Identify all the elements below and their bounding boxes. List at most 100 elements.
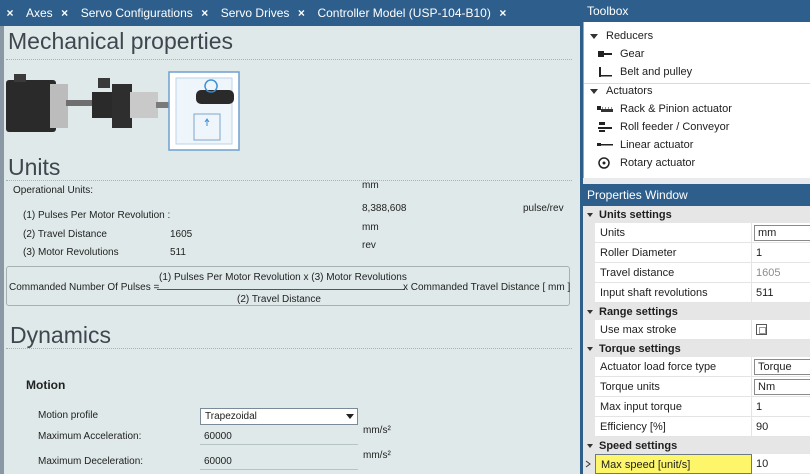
motion-profile-dropdown[interactable]: Trapezoidal [200, 408, 358, 425]
units-dropdown[interactable]: mm [752, 223, 810, 243]
mechanical-properties-document: Mechanical properties Units Operational … [0, 26, 580, 474]
load-force-type-dropdown[interactable]: Torque [752, 357, 810, 377]
operational-units-label: Operational Units: [13, 185, 94, 196]
toolbox-item-roll-feeder[interactable]: Roll feeder / Conveyor [584, 118, 810, 136]
property-value[interactable]: 90 [752, 417, 810, 437]
close-icon[interactable]: × [2, 6, 18, 20]
tab-axes[interactable]: Axes × [22, 0, 77, 26]
tab-servo-drives[interactable]: Servo Drives × [217, 0, 314, 26]
toolbox-item-gear[interactable]: Gear [584, 45, 810, 63]
tab-label[interactable]: Servo Drives [221, 6, 290, 20]
property-name: Input shaft revolutions [595, 283, 752, 303]
toolbox-item-belt-pulley[interactable]: Belt and pulley [584, 63, 810, 81]
property-value[interactable]: 1 [752, 397, 810, 417]
collapse-caret-icon[interactable] [587, 346, 593, 351]
tab-servo-configurations[interactable]: Servo Configurations × [77, 0, 217, 26]
collapse-caret-icon[interactable] [590, 88, 598, 94]
collapse-caret-icon[interactable] [587, 443, 593, 448]
travel-distance-unit: mm [362, 222, 379, 233]
property-row-efficiency[interactable]: Efficiency [%] 90 [583, 417, 810, 437]
motion-section-title: Motion [26, 378, 66, 392]
formula-denominator: (2) Travel Distance [237, 294, 321, 304]
toolbox-group-reducers[interactable]: Reducers [584, 27, 810, 45]
property-row-max-speed[interactable]: Max speed [unit/s] 10 [583, 454, 810, 474]
motion-profile-value[interactable]: Trapezoidal [205, 411, 257, 422]
linear-actuator-icon [596, 139, 614, 151]
property-value[interactable]: 1 [752, 243, 810, 263]
mechanical-properties-title: Mechanical properties [8, 28, 234, 54]
item-label: Rack & Pinion actuator [620, 103, 732, 115]
property-row-max-input-torque[interactable]: Max input torque 1 [583, 397, 810, 417]
belt-pulley-icon [596, 66, 614, 78]
category-label: Torque settings [599, 342, 681, 355]
item-label: Roll feeder / Conveyor [620, 121, 730, 133]
tab-label[interactable]: Controller Model (USP-104-B10) [317, 6, 490, 20]
toolbox-item-linear-actuator[interactable]: Linear actuator [584, 136, 810, 154]
max-acceleration-input[interactable]: 60000 [200, 427, 358, 445]
property-row-input-shaft-revolutions[interactable]: Input shaft revolutions 511 [583, 283, 810, 303]
property-name: Actuator load force type [595, 357, 752, 377]
property-name: Efficiency [%] [595, 417, 752, 437]
close-icon[interactable]: × [197, 6, 213, 20]
property-value[interactable]: mm [754, 225, 810, 241]
item-label: Rotary actuator [620, 157, 696, 169]
toolbox-item-rotary-actuator[interactable]: Rotary actuator [584, 154, 810, 172]
formula-numerator: (1) Pulses Per Motor Revolution x (3) Mo… [159, 272, 407, 283]
max-deceleration-label: Maximum Deceleration: [38, 456, 144, 467]
travel-distance-value[interactable]: 1605 [170, 229, 192, 240]
item-label: Belt and pulley [620, 66, 693, 78]
category-label: Range settings [599, 305, 678, 318]
close-icon[interactable]: × [57, 6, 73, 20]
rack-pinion-icon [596, 103, 614, 115]
property-row-use-max-stroke[interactable]: Use max stroke [583, 320, 810, 340]
property-row-load-force-type[interactable]: Actuator load force type Torque [583, 357, 810, 377]
property-row-roller-diameter[interactable]: Roller Diameter 1 [583, 243, 810, 263]
collapse-caret-icon[interactable] [587, 212, 593, 217]
pulses-per-rev-label: (1) Pulses Per Motor Revolution : [23, 210, 171, 221]
torque-units-dropdown[interactable]: Nm [752, 377, 810, 397]
divider [6, 348, 572, 349]
units-title: Units [8, 154, 61, 180]
close-icon[interactable]: × [495, 6, 511, 20]
property-row-torque-units[interactable]: Torque units Nm [583, 377, 810, 397]
property-value[interactable]: Torque [754, 359, 810, 375]
category-units-settings[interactable]: Units settings [583, 206, 810, 223]
use-max-stroke-checkbox[interactable] [756, 324, 767, 335]
pulses-per-rev-unit: pulse/rev [523, 203, 564, 214]
property-row-units[interactable]: Units mm [583, 223, 810, 243]
collapse-caret-icon[interactable] [587, 309, 593, 314]
property-name: Max speed [unit/s] [595, 454, 752, 474]
document-tab-bar: × Axes × Servo Configurations × Servo Driv… [0, 0, 580, 26]
toolbox-group-actuators[interactable]: Actuators [584, 82, 810, 100]
property-name: Travel distance [595, 263, 752, 283]
max-deceleration-input[interactable]: 60000 [200, 452, 358, 470]
toolbox-item-rack-pinion[interactable]: Rack & Pinion actuator [584, 100, 810, 118]
close-icon[interactable]: × [293, 6, 309, 20]
category-range-settings[interactable]: Range settings [583, 303, 810, 320]
tab-controller-model[interactable]: Controller Model (USP-104-B10) × [313, 0, 514, 26]
divider [6, 59, 572, 60]
chevron-down-icon[interactable] [346, 414, 354, 419]
formula-rhs: x Commanded Travel Distance [ mm ] [403, 282, 571, 293]
properties-window-header: Properties Window [583, 184, 810, 206]
category-torque-settings[interactable]: Torque settings [583, 340, 810, 357]
property-value[interactable]: Nm [754, 379, 810, 395]
property-value[interactable] [752, 320, 810, 340]
fraction-line [157, 289, 405, 290]
tab-label[interactable]: Servo Configurations [81, 6, 193, 20]
tab-label[interactable]: Axes [26, 6, 53, 20]
property-name: Torque units [595, 377, 752, 397]
current-row-arrow-icon [583, 454, 595, 474]
category-speed-settings[interactable]: Speed settings [583, 437, 810, 454]
max-acceleration-unit: mm/s² [363, 425, 391, 436]
collapse-caret-icon[interactable] [590, 33, 598, 39]
category-label: Units settings [599, 208, 672, 221]
item-label: Linear actuator [620, 139, 694, 151]
tab-close-orphan[interactable]: × [0, 0, 22, 26]
property-value[interactable]: 10 [752, 454, 810, 474]
motor-revolutions-value[interactable]: 511 [170, 247, 186, 258]
rotary-actuator-icon [596, 157, 614, 169]
mechanism-illustration[interactable] [6, 70, 242, 152]
motor-revolutions-unit: rev [362, 240, 376, 251]
property-value[interactable]: 511 [752, 283, 810, 303]
